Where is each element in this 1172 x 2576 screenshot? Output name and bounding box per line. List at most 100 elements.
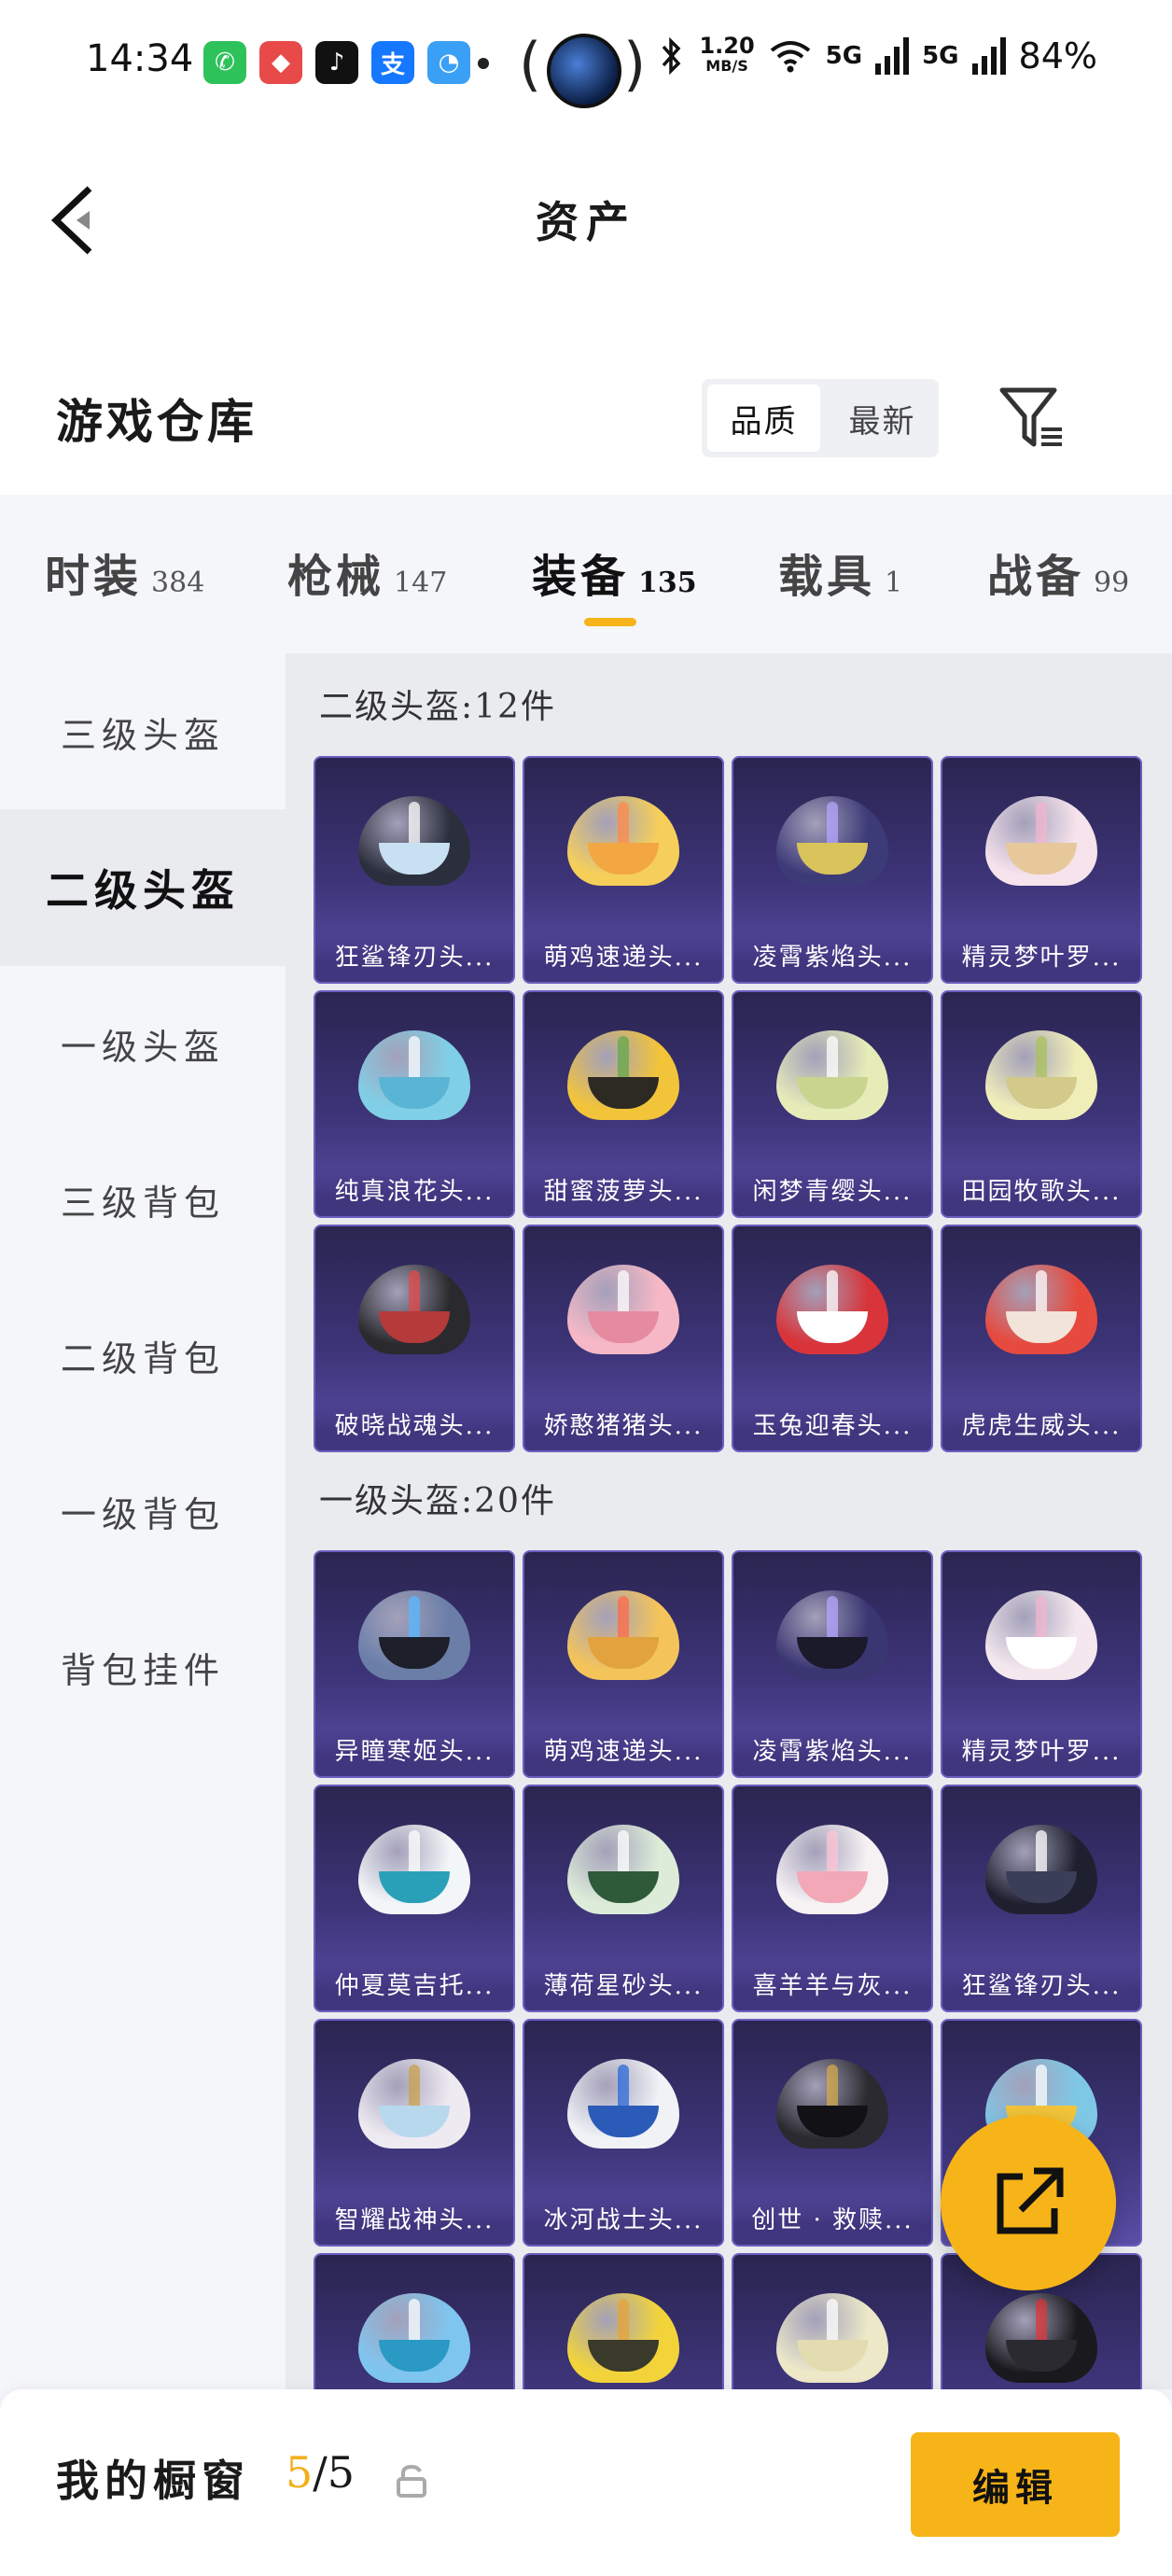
speed-unit: MB/S [705,57,748,75]
battery-level: 84% [1018,35,1097,77]
helmet-card[interactable]: 智耀战神头... [314,2019,515,2247]
sidebar-item[interactable]: 三级背包 [0,1121,286,1278]
filter-icon[interactable] [997,383,1067,454]
game-app-icon: ◆ [259,41,302,84]
showcase-total: /5 [313,2447,356,2498]
item-name: 仲夏莫吉托... [315,1962,513,2010]
helmet-card[interactable]: 异瞳寒姬头... [314,1550,515,1778]
helmet-icon [567,1265,679,1358]
external-link-icon [997,2167,1064,2234]
helmet-icon [985,796,1097,889]
item-name: 异瞳寒姬头... [315,1728,513,1776]
tab-vehicles[interactable]: 载具 1 [778,539,902,605]
helmet-icon [567,1590,679,1684]
sidebar-item[interactable]: 背包挂件 [0,1589,286,1745]
item-name: 喜羊羊与灰... [733,1962,931,2010]
helmet-card[interactable]: 破晓战魂头... [314,1225,515,1452]
island-bracket-right: ) [623,30,647,98]
item-name: 智耀战神头... [315,2196,513,2245]
tab-count: 147 [394,567,448,599]
helmet-icon [776,2059,888,2152]
item-name: 冰河战士头... [524,2196,722,2245]
helmet-card[interactable]: 薄荷星砂头... [523,1785,724,2012]
item-name: 田园牧歌头... [942,1168,1140,1216]
helmet-card[interactable]: 凌霄紫焰头... [732,756,933,984]
helmet-card[interactable] [523,2253,724,2389]
dynamic-island[interactable]: ( ) [519,30,649,108]
wifi-icon [770,41,810,73]
share-fab[interactable] [941,2115,1116,2290]
helmet-card[interactable] [314,2253,515,2389]
tab-label: 时装 [45,551,143,603]
item-name: 萌鸡速递头... [524,1728,722,1776]
sidebar-item[interactable]: 一级头盔 [0,965,286,1122]
alipay-icon: 支 [371,41,414,84]
helmet-icon [567,796,679,889]
section-title: 游戏仓库 [56,394,258,449]
app-header [0,131,1172,392]
helmet-card[interactable]: 狂鲨锋刃头... [314,756,515,984]
helmet-icon [985,2293,1097,2387]
tab-label: 装备 [532,551,630,603]
helmet-icon [567,2293,679,2387]
helmet-card[interactable]: 冰河战士头... [523,2019,724,2247]
sidebar-item[interactable]: 二级头盔 [0,809,286,966]
item-name: 娇憨猪猪头... [524,1402,722,1450]
helmet-card[interactable]: 甜蜜菠萝头... [523,990,724,1218]
helmet-card[interactable]: 娇憨猪猪头... [523,1225,724,1452]
item-name: 破晓战魂头... [315,1402,513,1450]
helmet-card[interactable]: 凌霄紫焰头... [732,1550,933,1778]
helmet-card[interactable]: 纯真浪花头... [314,990,515,1218]
bluetooth-icon [663,37,681,75]
helmet-card[interactable]: 喜羊羊与灰... [732,1785,933,2012]
helmet-card[interactable]: 精灵梦叶罗... [941,1550,1142,1778]
status-indicators: 1.20 MB/S 5G 5G 84% [658,35,1097,77]
helmet-card[interactable]: 狂鲨锋刃头... [941,1785,1142,2012]
helmet-card[interactable]: 创世 · 救赎... [732,2019,933,2247]
item-name: 甜蜜菠萝头... [524,1168,722,1216]
tab-battle-prep[interactable]: 战备 99 [987,539,1129,605]
item-name: 萌鸡速递头... [524,933,722,982]
notification-app-icons: ✆ ◆ ♪ 支 ◔ [203,41,470,84]
edit-button[interactable]: 编辑 [911,2432,1120,2537]
subcategory-sidebar: 三级头盔 二级头盔 一级头盔 三级背包 二级背包 一级背包 背包挂件 [0,653,286,2389]
helmet-icon [985,1590,1097,1684]
helmet-icon [358,1825,470,1918]
tab-weapons[interactable]: 枪械 147 [287,539,447,605]
sort-option-newest[interactable]: 最新 [826,379,939,457]
browser-icon: ◔ [427,41,470,84]
helmet-card[interactable]: 萌鸡速递头... [523,1550,724,1778]
item-name: 虎虎生威头... [942,1402,1140,1450]
tab-fashion[interactable]: 时装 384 [45,539,204,605]
item-name: 狂鲨锋刃头... [315,933,513,982]
sort-toggle: 品质 最新 [702,379,939,457]
sidebar-item[interactable]: 二级背包 [0,1277,286,1434]
helmet-card[interactable]: 精灵梦叶罗... [941,756,1142,984]
group-title: 一级头盔:20件 [319,1482,556,1520]
helmet-icon [985,1030,1097,1124]
helmet-card[interactable]: 田园牧歌头... [941,990,1142,1218]
helmet-card[interactable]: 玉兔迎春头... [732,1225,933,1452]
helmet-icon [358,1590,470,1684]
helmet-card[interactable]: 仲夏莫吉托... [314,1785,515,2012]
sidebar-item[interactable]: 一级背包 [0,1433,286,1589]
lock-icon [397,2464,426,2498]
wechat-icon: ✆ [203,41,246,84]
helmet-icon [776,1030,888,1124]
signal-5g-label-2: 5G [922,42,959,70]
helmet-card[interactable]: 虎虎生威头... [941,1225,1142,1452]
notification-dot [478,58,489,69]
helmet-card[interactable]: 闲梦青缨头... [732,990,933,1218]
helmet-icon [358,2059,470,2152]
item-name: 创世 · 救赎... [733,2196,931,2245]
helmet-card[interactable] [732,2253,933,2389]
sidebar-item[interactable]: 三级头盔 [0,653,286,810]
tab-count: 384 [151,567,205,599]
item-name: 纯真浪花头... [315,1168,513,1216]
helmet-card[interactable]: 萌鸡速递头... [523,756,724,984]
status-time: 14:34 [86,37,194,80]
sort-option-quality[interactable]: 品质 [707,385,820,452]
tab-equipment[interactable]: 装备 135 [532,539,697,605]
helmet-icon [358,796,470,889]
helmet-icon [358,1030,470,1124]
